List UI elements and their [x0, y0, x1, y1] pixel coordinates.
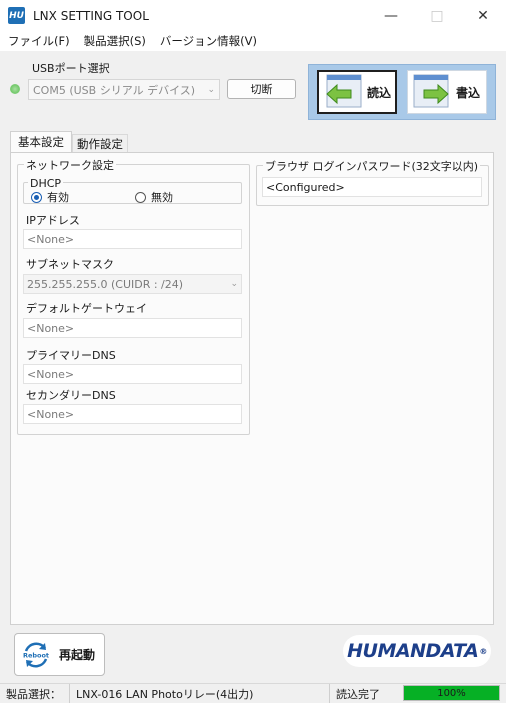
radio-unchecked-icon [135, 191, 146, 203]
dhcp-disabled-radio[interactable]: 無効 [135, 189, 173, 205]
password-title: ブラウザ ログインパスワード(32文字以内) [263, 158, 481, 174]
read-arrow-icon [326, 74, 362, 108]
window-title: LNX SETTING TOOL [33, 8, 149, 23]
ip-address-label: IPアドレス [26, 214, 80, 227]
usb-port-select[interactable]: COM5 (USB シリアル デバイス) ⌄ [28, 79, 220, 100]
menu-version-info[interactable]: バージョン情報(V) [152, 33, 263, 49]
chevron-down-icon: ⌄ [207, 84, 215, 95]
close-button[interactable]: ✕ [460, 0, 506, 31]
minimize-button[interactable]: — [368, 0, 414, 31]
read-button[interactable]: 読込 [317, 70, 397, 114]
write-label: 書込 [456, 85, 481, 100]
maximize-button[interactable]: □ [414, 0, 460, 31]
primary-dns-label: プライマリーDNS [26, 349, 116, 362]
reboot-button[interactable]: Reboot 再起動 [14, 633, 105, 676]
default-gateway-label: デフォルトゲートウェイ [26, 302, 147, 315]
write-button[interactable]: 書込 [407, 70, 487, 114]
default-gateway-field[interactable]: <None> [23, 318, 242, 338]
usb-port-label: USBポート選択 [32, 62, 110, 75]
tab-basic-settings[interactable]: 基本設定 [10, 131, 72, 152]
menu-file[interactable]: ファイル(F) [0, 33, 76, 49]
connection-led-icon [10, 84, 20, 94]
dhcp-enabled-radio[interactable]: 有効 [31, 189, 69, 205]
write-arrow-icon [413, 74, 449, 108]
radio-checked-icon [31, 191, 42, 203]
usb-port-value: COM5 (USB シリアル デバイス) [33, 83, 196, 97]
app-logo-icon: HU [8, 7, 25, 24]
logo-registered-mark: ® [479, 646, 487, 656]
secondary-dns-field[interactable]: <None> [23, 404, 242, 424]
secondary-dns-label: セカンダリーDNS [26, 389, 116, 402]
read-write-panel: 読込 書込 [308, 64, 496, 120]
humandata-logo: HUMANDATA ® [343, 635, 491, 667]
primary-dns-field[interactable]: <None> [23, 364, 242, 384]
progress-text: 100% [437, 687, 466, 699]
progress-bar: 100% [403, 685, 500, 701]
password-field[interactable]: <Configured> [262, 177, 482, 197]
status-product-value: LNX-016 LAN Photoリレー(4出力) [70, 684, 330, 703]
menu-product-select[interactable]: 製品選択(S) [76, 33, 152, 49]
disconnect-button[interactable]: 切断 [227, 79, 296, 99]
network-settings-title: ネットワーク設定 [24, 157, 116, 173]
read-label: 読込 [367, 85, 392, 100]
subnet-mask-value: 255.255.255.0 (CUIDR : /24) [27, 277, 184, 291]
status-state: 読込完了 [336, 687, 380, 701]
reboot-icon: Reboot [23, 642, 49, 667]
dhcp-enabled-label: 有効 [47, 191, 69, 204]
subnet-mask-select[interactable]: 255.255.255.0 (CUIDR : /24) ⌄ [23, 274, 242, 294]
svg-text:Reboot: Reboot [23, 651, 49, 659]
chevron-down-icon: ⌄ [230, 279, 238, 289]
dhcp-disabled-label: 無効 [151, 191, 173, 204]
menu-bar: ファイル(F) 製品選択(S) バージョン情報(V) [0, 31, 506, 51]
tab-operation-settings[interactable]: 動作設定 [72, 134, 128, 152]
title-bar: HU LNX SETTING TOOL — □ ✕ [0, 0, 506, 31]
logo-text: HUMANDATA [347, 640, 479, 662]
status-product-label: 製品選択： [0, 684, 70, 703]
reboot-label: 再起動 [59, 648, 96, 662]
ip-address-field[interactable]: <None> [23, 229, 242, 249]
subnet-mask-label: サブネットマスク [26, 258, 114, 271]
